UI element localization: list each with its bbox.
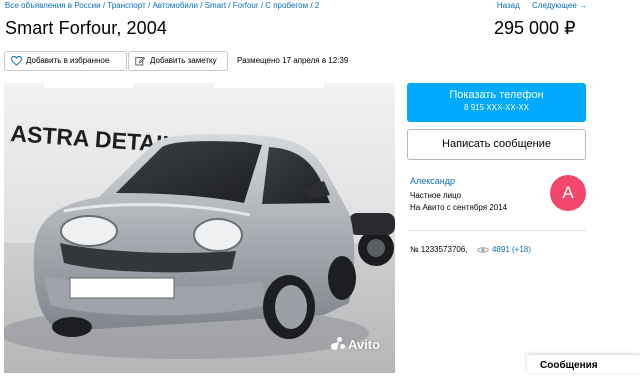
breadcrumb-model[interactable]: Forfour <box>233 1 259 10</box>
heart-icon <box>11 56 22 66</box>
posted-date: Размещено 17 апреля в 12:39 <box>237 56 349 65</box>
seller-avatar[interactable]: А <box>550 175 586 211</box>
breadcrumb-cars[interactable]: Автомобили <box>152 1 198 10</box>
eye-icon <box>476 247 490 253</box>
breadcrumb: Все объявления в России / Транспорт / Ав… <box>5 1 319 10</box>
add-to-favorites-button[interactable]: Добавить в избранное <box>4 51 127 71</box>
seller-type: Частное лицо <box>410 191 462 200</box>
favorite-label: Добавить в избранное <box>26 56 110 65</box>
add-note-button[interactable]: Добавить заметку <box>128 51 228 71</box>
note-label: Добавить заметку <box>150 56 217 65</box>
ad-number: № 1233573706, <box>410 245 468 254</box>
breadcrumb-used[interactable]: С пробегом <box>265 1 308 10</box>
listing-pager: Назад Следующее → <box>487 1 587 10</box>
next-listing-link[interactable]: Следующее → <box>532 1 587 10</box>
masked-phone-number: 8 915 XXX-XX-XX <box>464 103 529 112</box>
show-phone-label: Показать телефон <box>449 89 544 101</box>
listing-price: 295 000 ₽ <box>494 18 576 38</box>
breadcrumb-brand[interactable]: Smart <box>205 1 226 10</box>
listing-photo[interactable]: ASTRA DETAILING <box>4 83 395 373</box>
watermark-text: Avito <box>348 337 381 352</box>
write-message-button[interactable]: Написать сообщение <box>407 129 586 160</box>
seller-since: На Авито с сентября 2014 <box>410 203 508 212</box>
listing-title: Smart Forfour, 2004 <box>5 18 167 38</box>
breadcrumb-all[interactable]: Все объявления в России <box>5 1 101 10</box>
car-photo: ASTRA DETAILING <box>4 83 395 373</box>
divider <box>407 230 586 231</box>
messenger-tab[interactable]: Сообщения <box>527 355 640 373</box>
view-count: 4891 (+18) <box>492 245 531 254</box>
breadcrumb-transport[interactable]: Транспорт <box>107 1 145 10</box>
avito-logo-icon <box>331 337 345 351</box>
show-phone-button[interactable]: Показать телефон 8 915 XXX-XX-XX <box>407 83 586 122</box>
seller-name-link[interactable]: Александр <box>410 176 455 186</box>
note-edit-icon <box>135 56 145 66</box>
photo-watermark: Avito <box>331 337 380 352</box>
breadcrumb-generation[interactable]: 2 <box>315 1 319 10</box>
back-link[interactable]: Назад <box>497 1 520 10</box>
view-counter[interactable]: 4891 (+18) <box>476 245 531 254</box>
